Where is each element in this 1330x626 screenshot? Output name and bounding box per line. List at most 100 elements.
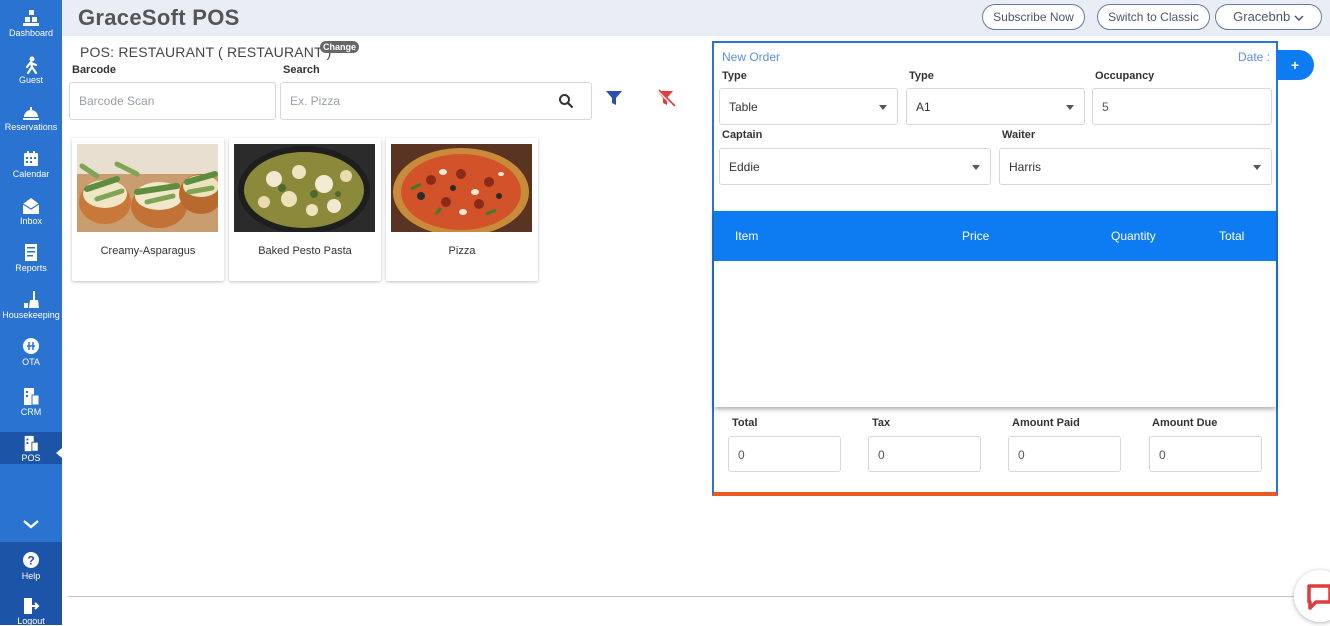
date-label: Date : <box>1237 50 1270 64</box>
search-icon[interactable] <box>558 93 574 109</box>
chevron-down-icon <box>23 520 39 529</box>
column-header-total: Total <box>1219 229 1245 243</box>
footer-divider <box>68 596 1330 597</box>
search-label: Search <box>283 64 320 76</box>
svg-text:?: ? <box>27 554 34 568</box>
calendar-icon <box>24 151 38 166</box>
chevron-down-icon <box>1253 164 1261 170</box>
sidebar-item-label: Inbox <box>19 216 43 226</box>
sidebar-item-label: Dashboard <box>8 28 54 38</box>
chat-widget-button[interactable] <box>1294 570 1330 622</box>
order-type-label: Type <box>722 70 747 82</box>
amount-due-field: 0 <box>1149 436 1262 472</box>
barcode-input[interactable]: Barcode Scan <box>69 82 276 120</box>
search-input[interactable]: Ex. Pizza <box>280 82 592 120</box>
total-label: Total <box>732 417 758 429</box>
sidebar-item-label: Help <box>21 571 41 581</box>
sidebar-item-calendar[interactable]: Calendar <box>0 149 62 195</box>
amount-paid-label: Amount Paid <box>1012 417 1080 429</box>
sidebar-item-label: Guest <box>18 75 43 85</box>
sidebar-item-dashboard[interactable]: Dashboard <box>0 8 62 54</box>
dashboard-icon <box>23 10 39 26</box>
user-menu-button[interactable]: Gracebnb <box>1215 4 1322 30</box>
sidebar-item-label: CRM <box>20 407 42 417</box>
help-icon: ? <box>23 552 39 568</box>
sidebar-item-help[interactable]: ? Help <box>0 551 62 587</box>
product-card[interactable]: Creamy-Asparagus <box>72 138 224 281</box>
waiter-select[interactable]: Harris <box>999 148 1272 185</box>
product-image <box>391 144 532 232</box>
clear-filter-icon[interactable] <box>656 89 676 108</box>
tax-field: 0 <box>868 436 981 472</box>
product-name: Pizza <box>448 245 476 257</box>
barcode-placeholder: Barcode Scan <box>79 94 155 108</box>
sidebar-item-inbox[interactable]: Inbox <box>0 196 62 242</box>
subscribe-now-button[interactable]: Subscribe Now <box>982 4 1085 30</box>
sidebar-footer: ? Help Logout <box>0 542 62 626</box>
sidebar-item-label: Reservations <box>4 122 58 132</box>
crm-icon <box>24 388 40 406</box>
add-order-button[interactable]: + <box>1276 50 1314 80</box>
sidebar-item-ota[interactable]: OTA <box>0 337 62 383</box>
filter-icon[interactable] <box>605 89 623 107</box>
order-panel: New Order Date : Type Table Type A1 Occu… <box>712 41 1278 496</box>
product-name: Baked Pesto Pasta <box>258 245 352 257</box>
barcode-label: Barcode <box>72 64 117 76</box>
chevron-down-icon <box>879 104 887 110</box>
pos-icon <box>24 435 39 452</box>
chevron-down-icon <box>1294 15 1304 21</box>
inbox-icon <box>22 198 40 214</box>
table-value: A1 <box>916 99 931 114</box>
sidebar-item-reports[interactable]: Reports <box>0 243 62 289</box>
amount-due-label: Amount Due <box>1152 417 1218 429</box>
switch-to-classic-button[interactable]: Switch to Classic <box>1097 4 1210 30</box>
waiter-label: Waiter <box>1002 129 1036 141</box>
pos-title: POS: RESTAURANT ( RESTAURANT ) <box>80 44 332 60</box>
amount-paid-field[interactable]: 0 <box>1008 436 1121 472</box>
column-header-quantity: Quantity <box>1111 229 1156 243</box>
sidebar-item-crm[interactable]: CRM <box>0 387 62 433</box>
product-card[interactable]: Baked Pesto Pasta <box>229 138 381 281</box>
ota-icon <box>23 338 39 354</box>
sidebar-item-housekeeping[interactable]: Housekeeping <box>0 290 62 336</box>
total-field: 0 <box>728 436 841 472</box>
captain-value: Eddie <box>729 159 760 174</box>
captain-select[interactable]: Eddie <box>719 148 991 185</box>
sidebar-item-pos[interactable]: POS <box>0 432 62 464</box>
occupancy-label: Occupancy <box>1095 70 1155 82</box>
new-order-heading: New Order <box>722 50 781 64</box>
app-title: GraceSoft POS <box>78 5 240 30</box>
sidebar-item-label: POS <box>21 453 41 463</box>
sidebar-item-logout[interactable]: Logout <box>0 596 62 626</box>
sidebar-item-label: OTA <box>22 357 40 367</box>
top-bar: GraceSoft POS Subscribe Now Switch to Cl… <box>62 0 1330 36</box>
table-type-label: Type <box>909 70 934 82</box>
reservations-icon <box>23 107 39 120</box>
sidebar-collapse-toggle[interactable] <box>0 518 62 538</box>
occupancy-input[interactable]: 5 <box>1092 88 1272 125</box>
sidebar-item-label: Calendar <box>12 169 50 179</box>
table-select[interactable]: A1 <box>906 88 1085 125</box>
product-image <box>234 144 375 232</box>
sidebar-item-reservations[interactable]: Reservations <box>0 102 62 148</box>
captain-label: Captain <box>722 129 763 141</box>
sidebar-item-label: Reports <box>15 263 47 273</box>
change-outlet-button[interactable]: Change <box>320 41 360 53</box>
product-name: Creamy-Asparagus <box>100 245 196 257</box>
order-table-header: Item Price Quantity Total <box>714 211 1276 261</box>
housekeeping-icon <box>24 291 39 308</box>
chat-icon <box>1307 584 1330 610</box>
column-header-price: Price <box>962 229 990 243</box>
product-card[interactable]: Pizza <box>386 138 538 281</box>
search-placeholder: Ex. Pizza <box>290 94 341 108</box>
sidebar-item-guest[interactable]: Guest <box>0 55 62 101</box>
order-type-value: Table <box>729 99 758 114</box>
guest-icon <box>25 56 38 75</box>
column-header-item: Item <box>735 229 759 243</box>
waiter-value: Harris <box>1009 159 1041 174</box>
reports-icon <box>25 244 37 261</box>
order-type-select[interactable]: Table <box>719 88 898 125</box>
sidebar-item-label: Housekeeping <box>2 310 60 320</box>
chevron-down-icon <box>1066 104 1074 110</box>
logout-icon <box>24 598 40 614</box>
